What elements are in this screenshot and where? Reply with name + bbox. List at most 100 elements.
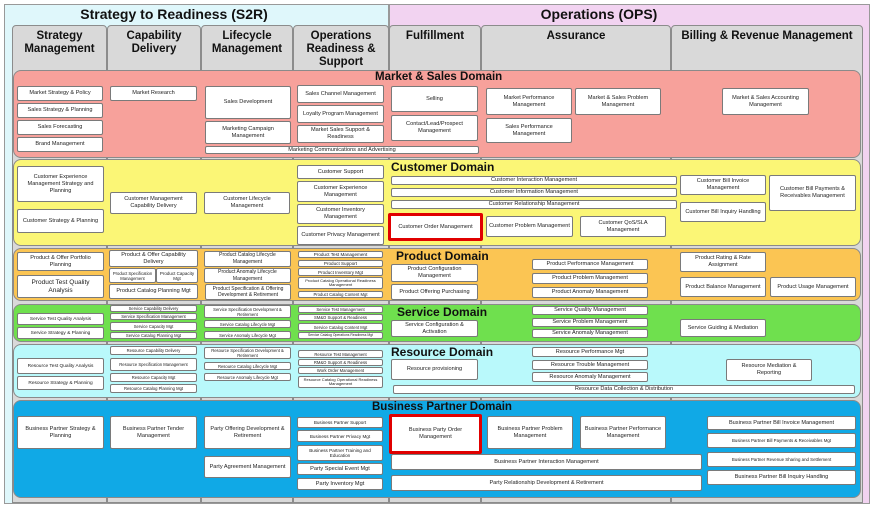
customer-order-management-highlighted[interactable]: Customer Order Management <box>388 213 483 241</box>
process-box[interactable]: Product Usage Management <box>770 277 856 297</box>
process-box[interactable]: Product Inventory Mgt <box>298 268 383 276</box>
process-box[interactable]: Market & Sales Problem Management <box>575 88 661 115</box>
process-box[interactable]: Resource provisioning <box>391 359 478 380</box>
process-box[interactable]: Product Catalog Operational Readiness Ma… <box>298 277 383 289</box>
process-box[interactable]: Customer Inventory Management <box>297 204 384 224</box>
process-box[interactable]: Service Catalog Lifecycle Mgt <box>204 320 291 328</box>
process-box[interactable]: Product Rating & Rate Assignment <box>680 252 766 272</box>
process-box[interactable]: Service Catalog Content Mgt <box>298 323 383 331</box>
process-box[interactable]: Service Capacity Mgt <box>110 322 197 331</box>
process-box[interactable]: Service Configuration & Activation <box>391 320 478 337</box>
process-box[interactable]: Business Partner Problem Management <box>487 416 573 449</box>
process-box[interactable]: Business Partner Interaction Management <box>391 454 702 470</box>
process-box[interactable]: Resource Test Quality Analysis <box>17 358 104 374</box>
process-box[interactable]: Service Catalog Operations Readiness Mgt <box>298 332 383 339</box>
process-box[interactable]: Product Catalog Planning Mgt <box>109 284 198 299</box>
process-box[interactable]: Resource Mediation & Reporting <box>726 359 812 381</box>
process-box[interactable]: Market & Sales Accounting Management <box>722 88 809 115</box>
process-box[interactable]: Service Catalog Planning Mgt <box>110 332 197 339</box>
process-box[interactable]: Customer QoS/SLA Management <box>580 216 666 237</box>
process-box[interactable]: Sales Performance Management <box>486 118 572 143</box>
process-box[interactable]: Market Sales Support & Readiness <box>297 125 384 143</box>
process-box[interactable]: Market Performance Management <box>486 88 572 115</box>
process-box[interactable]: Resource Data Collection & Distribution <box>393 385 855 394</box>
process-box[interactable]: Service Specification Development & Reti… <box>204 305 291 318</box>
business-party-order-management-highlighted[interactable]: Business Party Order Management <box>389 414 482 454</box>
process-box[interactable]: Sales Development <box>205 86 291 119</box>
process-box[interactable]: Service Strategy & Planning <box>17 327 104 339</box>
process-box[interactable]: Resource Anomaly Management <box>532 372 648 382</box>
process-box[interactable]: Customer Experience Management <box>297 181 384 202</box>
process-box[interactable]: Product Anomaly Management <box>532 287 648 298</box>
process-box[interactable]: Customer Bill Payments & Receivables Man… <box>769 175 856 211</box>
process-box[interactable]: Product Offering Purchasing <box>391 284 478 300</box>
process-box[interactable]: Business Partner Training and Education <box>297 445 383 461</box>
process-box[interactable]: Party Offering Development & Retirement <box>204 416 291 449</box>
process-box[interactable]: Product & Offer Portfolio Planning <box>17 252 104 271</box>
process-box[interactable]: Customer Interaction Management <box>391 176 677 185</box>
process-box[interactable]: Business Partner Bill Payments & Receiva… <box>707 433 856 448</box>
process-box[interactable]: Service Test Management <box>298 306 383 313</box>
process-box[interactable]: Resource Anomaly Lifecycle Mgt <box>204 373 291 381</box>
process-box[interactable]: Product Capacity Mgt <box>156 268 198 283</box>
process-box[interactable]: Customer Bill Inquiry Handling <box>680 202 766 222</box>
process-box[interactable]: Resource Capability Delivery <box>110 346 197 355</box>
process-box[interactable]: Brand Management <box>17 137 103 152</box>
process-box[interactable]: Work Order Management <box>298 367 383 374</box>
process-box[interactable]: Business Partner Strategy & Planning <box>17 416 104 449</box>
process-box[interactable]: Contact/Lead/Prospect Management <box>391 115 478 141</box>
process-box[interactable]: Product Balance Management <box>680 277 766 297</box>
process-box[interactable]: Resource Capacity Mgt <box>110 373 197 382</box>
process-box[interactable]: Marketing Communications and Advertising <box>205 146 479 154</box>
process-box[interactable]: Product Support <box>298 260 383 267</box>
process-box[interactable]: Resource Catalog Lifecycle Mgt <box>204 362 291 370</box>
process-box[interactable]: Service Capability Delivery <box>110 305 197 312</box>
process-box[interactable]: Customer Support <box>297 165 384 179</box>
process-box[interactable]: Service Test Quality Analysis <box>17 313 104 325</box>
process-box[interactable]: Party Inventory Mgt <box>297 478 383 490</box>
process-box[interactable]: Customer Strategy & Planning <box>17 209 104 233</box>
process-box[interactable]: Customer Privacy Management <box>297 226 384 245</box>
process-box[interactable]: Business Partner Revenue Sharing and Set… <box>707 452 856 467</box>
process-box[interactable]: Product Problem Management <box>532 273 648 284</box>
process-box[interactable]: Party Agreement Management <box>204 456 291 478</box>
process-box[interactable]: Sales Channel Management <box>297 85 384 103</box>
process-box[interactable]: Customer Experience Management Strategy … <box>17 166 104 202</box>
process-box[interactable]: Service Anomaly Management <box>532 329 648 338</box>
process-box[interactable]: Resource Performance Mgt <box>532 347 648 357</box>
process-box[interactable]: Marketing Campaign Management <box>205 121 291 144</box>
process-box[interactable]: Product Anomaly Lifecycle Management <box>204 268 291 283</box>
process-box[interactable]: Service Anomaly Lifecycle Mgt <box>204 331 291 339</box>
process-box[interactable]: Product Catalog Lifecycle Management <box>204 251 291 267</box>
process-box[interactable]: Business Partner Support <box>297 417 383 428</box>
process-box[interactable]: Business Partner Performance Management <box>580 416 666 449</box>
process-box[interactable]: Customer Problem Management <box>486 216 573 237</box>
process-box[interactable]: Loyalty Program Management <box>297 105 384 123</box>
process-box[interactable]: Resource Strategy & Planning <box>17 376 104 390</box>
process-box[interactable]: SM&O Support & Readiness <box>298 314 383 321</box>
process-box[interactable]: Product Specification & Offering Develop… <box>205 284 291 300</box>
process-box[interactable]: Customer Relationship Management <box>391 200 677 209</box>
process-box[interactable]: Business Partner Bill Invoice Management <box>707 416 856 430</box>
process-box[interactable]: Business Partner Tender Management <box>110 416 197 449</box>
process-box[interactable]: Selling <box>391 86 478 112</box>
process-box[interactable]: Sales Forecasting <box>17 120 103 135</box>
process-box[interactable]: Service Specification Management <box>110 313 197 320</box>
process-box[interactable]: Service Quality Management <box>532 306 648 315</box>
process-box[interactable]: Business Partner Privacy Mgt <box>297 430 383 442</box>
process-box[interactable]: Resource Specification Management <box>110 358 197 371</box>
process-box[interactable]: Sales Strategy & Planning <box>17 103 103 118</box>
process-box[interactable]: Product Catalog Content Mgt <box>298 291 383 298</box>
process-box[interactable]: RM&O Support & Readiness <box>298 359 383 366</box>
process-box[interactable]: Business Partner Bill Inquiry Handling <box>707 470 856 485</box>
process-box[interactable]: Product Performance Management <box>532 259 648 270</box>
process-box[interactable]: Customer Lifecycle Management <box>204 192 290 214</box>
process-box[interactable]: Resource Specification Development & Ret… <box>204 347 291 359</box>
process-box[interactable]: Product Test Management <box>298 251 383 258</box>
process-box[interactable]: Party Relationship Development & Retirem… <box>391 475 702 491</box>
process-box[interactable]: Customer Information Management <box>391 188 677 197</box>
process-box[interactable]: Resource Catalog Operational Readiness M… <box>298 376 383 388</box>
process-box[interactable]: Party Special Event Mgt <box>297 463 383 475</box>
process-box[interactable]: Product Configuration Management <box>391 264 478 282</box>
process-box[interactable]: Customer Bill Invoice Management <box>680 175 766 195</box>
